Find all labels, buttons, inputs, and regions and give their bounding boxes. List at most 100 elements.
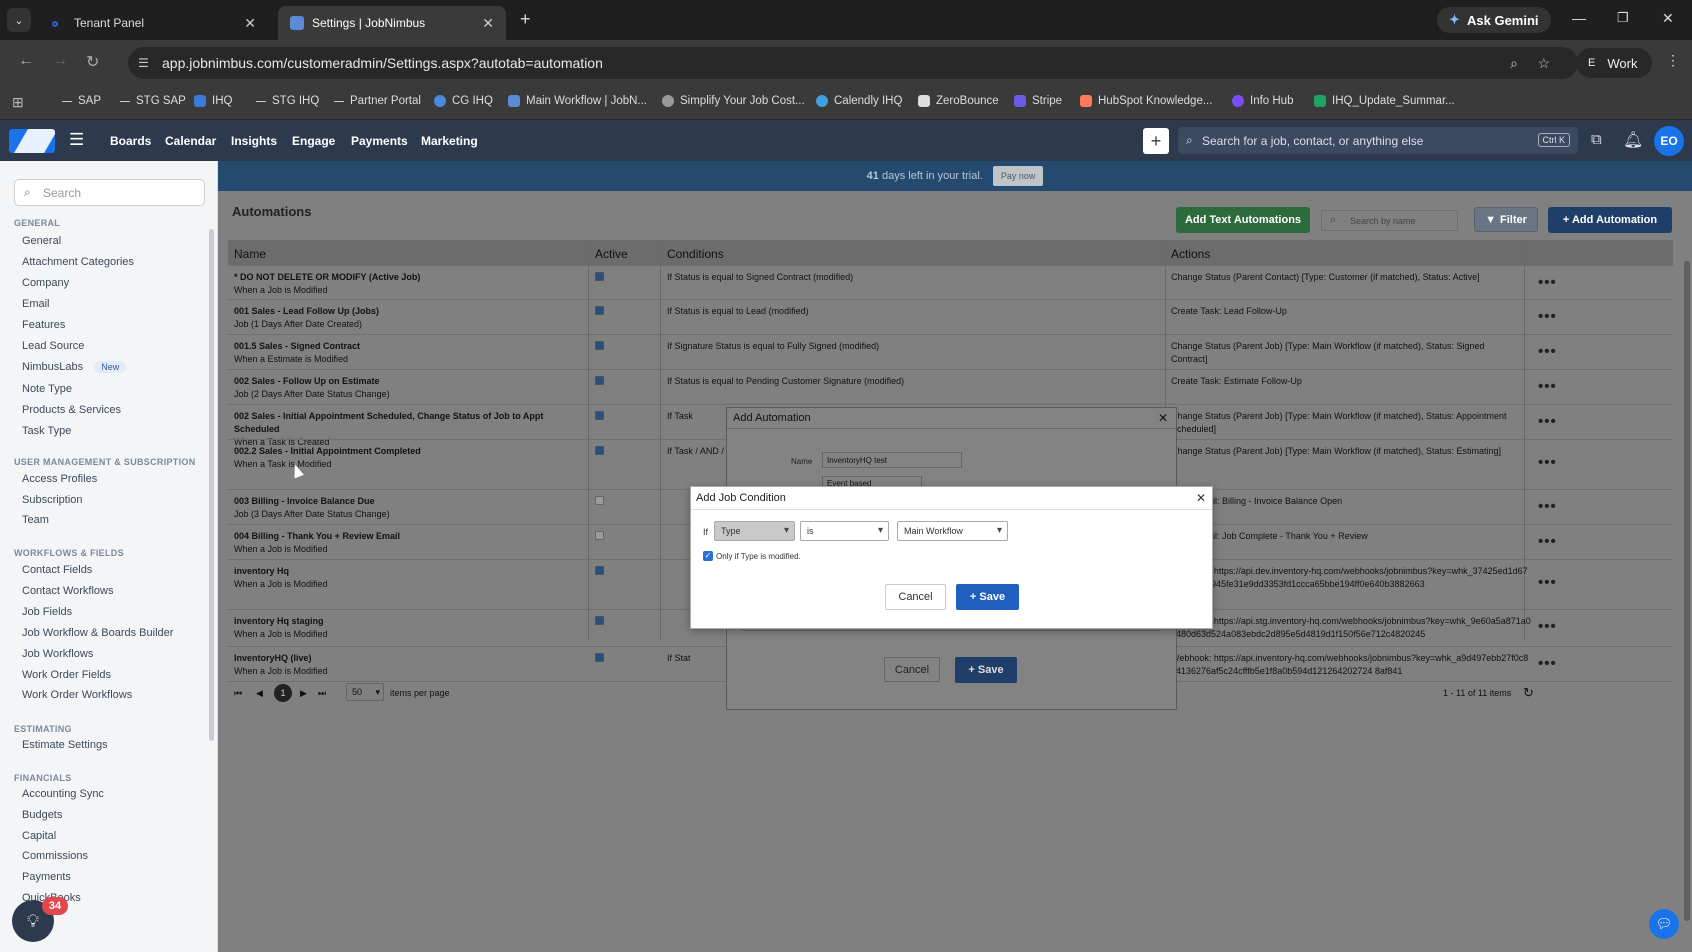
chat-button[interactable]: 💬︎ bbox=[1649, 909, 1679, 939]
table-row[interactable]: 001 Sales - Lead Follow Up (Jobs) Job (1 … bbox=[228, 299, 1673, 334]
sidebar-item-features[interactable]: Features bbox=[22, 319, 65, 331]
sidebar-item-budgets[interactable]: Budgets bbox=[22, 809, 62, 821]
integrations-icon[interactable]: ⧉ bbox=[1591, 131, 1602, 148]
close-window-icon[interactable]: ✕ bbox=[1662, 10, 1674, 27]
sidebar-item-subscription[interactable]: Subscription bbox=[22, 494, 83, 506]
active-checkbox[interactable] bbox=[595, 531, 604, 540]
active-checkbox[interactable] bbox=[595, 616, 604, 625]
sidebar-item-general[interactable]: General bbox=[22, 235, 61, 247]
column-header-name[interactable]: Name bbox=[234, 247, 266, 261]
nav-engage[interactable]: Engage bbox=[292, 134, 335, 148]
only-if-modified-checkbox[interactable]: ✓ bbox=[703, 551, 713, 561]
prev-page-icon[interactable]: ◀ bbox=[256, 688, 263, 699]
operator-select[interactable]: is bbox=[800, 521, 889, 541]
current-page[interactable]: 1 bbox=[274, 684, 292, 702]
active-checkbox[interactable] bbox=[595, 411, 604, 420]
cancel-button[interactable]: Cancel bbox=[885, 584, 946, 610]
bookmark[interactable]: Info Hub bbox=[1232, 95, 1293, 107]
active-checkbox[interactable] bbox=[595, 341, 604, 350]
bookmark[interactable]: SAP bbox=[62, 95, 101, 107]
sidebar-item-team[interactable]: Team bbox=[22, 514, 49, 526]
active-checkbox[interactable] bbox=[595, 653, 604, 662]
sidebar-item-contact-fields[interactable]: Contact Fields bbox=[22, 564, 92, 576]
bookmark[interactable]: IHQ_Update_Summar... bbox=[1314, 95, 1455, 107]
nav-marketing[interactable]: Marketing bbox=[421, 134, 478, 148]
table-row[interactable]: * DO NOT DELETE OR MODIFY (Active Job) Wh… bbox=[228, 265, 1673, 299]
sidebar-item-lead-source[interactable]: Lead Source bbox=[22, 340, 84, 352]
restore-icon[interactable]: ❐ bbox=[1617, 10, 1629, 26]
star-icon[interactable]: ☆ bbox=[1537, 55, 1550, 72]
column-header-active[interactable]: Active bbox=[595, 247, 628, 261]
sidebar-item-job-workflows[interactable]: Job Workflows bbox=[22, 648, 93, 660]
filter-button[interactable]: ▼ Filter bbox=[1474, 207, 1538, 232]
close-icon[interactable]: ✕ bbox=[1196, 491, 1206, 505]
sidebar-item-products-services[interactable]: Products & Services bbox=[22, 404, 121, 416]
site-info-icon[interactable]: ☰ bbox=[138, 56, 149, 70]
sidebar-item-contact-workflows[interactable]: Contact Workflows bbox=[22, 585, 114, 597]
pay-now-button[interactable]: Pay now bbox=[992, 166, 1044, 186]
back-icon[interactable]: ← bbox=[18, 52, 34, 70]
sidebar-item-capital[interactable]: Capital bbox=[22, 830, 56, 842]
close-icon[interactable]: ✕ bbox=[482, 15, 494, 32]
sidebar-item-access-profiles[interactable]: Access Profiles bbox=[22, 473, 97, 485]
apps-icon[interactable]: ⊞ bbox=[12, 94, 24, 111]
more-options-icon[interactable]: ••• bbox=[1538, 378, 1557, 395]
active-checkbox[interactable] bbox=[595, 272, 604, 281]
bookmark[interactable]: STG IHQ bbox=[256, 95, 319, 107]
sidebar-item-work-order-workflows[interactable]: Work Order Workflows bbox=[22, 689, 132, 701]
close-icon[interactable]: ✕ bbox=[244, 15, 256, 32]
first-page-icon[interactable]: ⏮ bbox=[234, 688, 242, 699]
sidebar-item-job-workflow-boards-builder[interactable]: Job Workflow & Boards Builder bbox=[22, 627, 173, 639]
nav-payments[interactable]: Payments bbox=[351, 134, 408, 148]
field-select[interactable]: Type bbox=[714, 521, 795, 541]
ask-gemini-button[interactable]: ✦ Ask Gemini bbox=[1437, 7, 1551, 33]
main-scrollbar[interactable] bbox=[1684, 261, 1690, 921]
active-checkbox[interactable] bbox=[595, 306, 604, 315]
column-header-actions[interactable]: Actions bbox=[1171, 247, 1210, 261]
bookmark[interactable]: Simplify Your Job Cost... bbox=[662, 95, 805, 107]
bookmark[interactable]: Stripe bbox=[1014, 95, 1062, 107]
nav-boards[interactable]: Boards bbox=[110, 134, 151, 148]
active-checkbox[interactable] bbox=[595, 496, 604, 505]
url-field[interactable]: ☰ app.jobnimbus.com/customeradmin/Settin… bbox=[128, 47, 1578, 79]
active-checkbox[interactable] bbox=[595, 446, 604, 455]
more-options-icon[interactable]: ••• bbox=[1538, 498, 1557, 515]
active-checkbox[interactable] bbox=[595, 566, 604, 575]
more-options-icon[interactable]: ••• bbox=[1538, 533, 1557, 550]
next-page-icon[interactable]: ▶ bbox=[300, 688, 307, 699]
sidebar-scrollbar[interactable] bbox=[209, 229, 214, 741]
save-button[interactable]: + Save bbox=[956, 584, 1019, 610]
hamburger-icon[interactable]: ☰ bbox=[69, 130, 84, 150]
automation-name-input[interactable]: InventoryHQ test bbox=[822, 452, 962, 468]
sidebar-item-work-order-fields[interactable]: Work Order Fields bbox=[22, 669, 111, 681]
more-options-icon[interactable]: ••• bbox=[1538, 308, 1557, 325]
reload-icon[interactable]: ↻ bbox=[86, 52, 99, 72]
bell-icon[interactable]: 🔔︎ bbox=[1623, 130, 1643, 150]
column-header-conditions[interactable]: Conditions bbox=[667, 247, 724, 261]
bookmark[interactable]: STG SAP bbox=[120, 95, 186, 107]
jobnimbus-logo[interactable] bbox=[9, 129, 55, 153]
sidebar-item-nimbuslabs[interactable]: NimbusLabs New bbox=[22, 361, 127, 373]
nav-calendar[interactable]: Calendar bbox=[165, 134, 216, 148]
sidebar-item-estimate-settings[interactable]: Estimate Settings bbox=[22, 739, 108, 751]
table-row[interactable]: 002 Sales - Follow Up on Estimate Job (2 … bbox=[228, 369, 1673, 404]
per-page-select[interactable]: 50 ▾ bbox=[346, 683, 384, 701]
add-text-automations-button[interactable]: Add Text Automations bbox=[1176, 207, 1310, 233]
bookmark[interactable]: Partner Portal bbox=[334, 95, 421, 107]
bookmark[interactable]: Calendly IHQ bbox=[816, 95, 902, 107]
sidebar-item-note-type[interactable]: Note Type bbox=[22, 383, 72, 395]
sidebar-item-company[interactable]: Company bbox=[22, 277, 69, 289]
active-checkbox[interactable] bbox=[595, 376, 604, 385]
more-options-icon[interactable]: ••• bbox=[1538, 343, 1557, 360]
bookmark[interactable]: IHQ bbox=[194, 95, 232, 107]
sidebar-item-commissions[interactable]: Commissions bbox=[22, 850, 88, 862]
more-options-icon[interactable]: ••• bbox=[1538, 274, 1557, 291]
sidebar-item-email[interactable]: Email bbox=[22, 298, 50, 310]
more-options-icon[interactable]: ••• bbox=[1538, 413, 1557, 430]
save-button[interactable]: + Save bbox=[955, 657, 1017, 683]
nav-insights[interactable]: Insights bbox=[231, 134, 277, 148]
menu-icon[interactable]: ⋮ bbox=[1666, 52, 1680, 69]
sidebar-search-input[interactable]: ⌕ Search bbox=[14, 179, 205, 206]
forward-icon[interactable]: → bbox=[52, 52, 68, 70]
close-icon[interactable]: ✕ bbox=[1158, 411, 1168, 425]
